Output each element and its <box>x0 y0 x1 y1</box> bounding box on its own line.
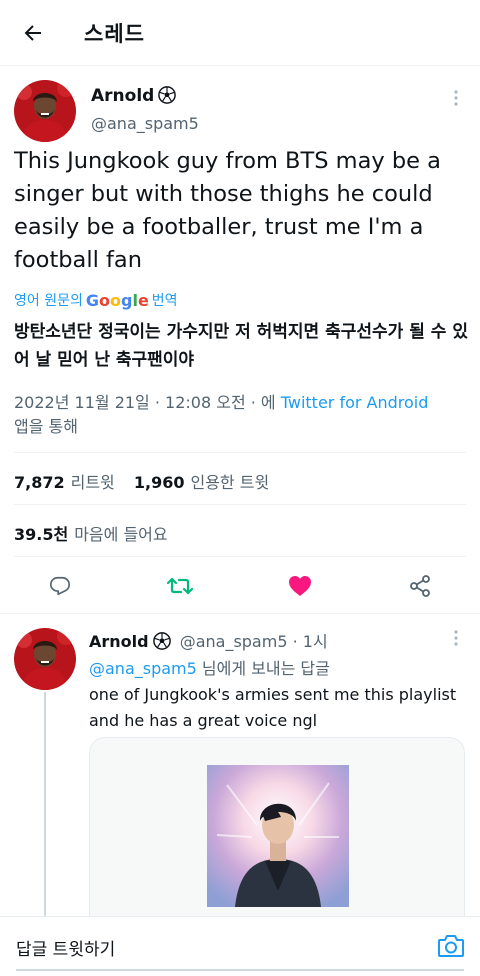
thread-line <box>44 692 46 918</box>
retweet-icon <box>167 577 193 595</box>
avatar[interactable] <box>14 80 76 142</box>
reply-handle[interactable]: @ana_spam5 <box>180 632 288 651</box>
likes-stat[interactable]: 39.5천 마음에 들어요 <box>14 521 168 545</box>
reply-author-row: Arnold @ana_spam5 · 1시 <box>89 628 328 652</box>
media-card[interactable] <box>89 737 465 937</box>
soccer-ball-icon <box>152 632 171 650</box>
quotes-stat[interactable]: 1,960 인용한 트윗 <box>134 473 269 492</box>
replying-to: @ana_spam5 님에게 보내는 답글 <box>89 655 330 679</box>
reply-more-button[interactable] <box>446 628 466 648</box>
tweet-text: This Jungkook guy from BTS may be a sing… <box>14 148 441 273</box>
translate-prefix: 영어 원문의 <box>14 293 83 309</box>
back-button[interactable] <box>18 18 48 48</box>
reply-time: · 1시 <box>292 632 328 651</box>
album-art <box>207 765 349 907</box>
reply-display-name[interactable]: Arnold <box>89 632 149 651</box>
divider <box>14 452 466 453</box>
translate-link[interactable]: 영어 원문의 Google 번역 <box>14 290 178 310</box>
home-indicator <box>16 969 464 971</box>
reply-avatar[interactable] <box>14 628 76 690</box>
top-bar: 스레드 <box>0 0 480 66</box>
engagement-stats: 7,872 리트윗 1,960 인용한 트윗 <box>14 469 269 493</box>
author-row: Arnold <box>91 86 177 106</box>
back-arrow-icon <box>24 25 41 41</box>
retweets-count: 7,872 <box>14 473 65 492</box>
likes-label: 마음에 들어요 <box>74 525 168 544</box>
likes-count: 39.5천 <box>14 525 69 544</box>
tweet-meta: 2022년 11월 21일 · 12:08 오전 · 에 Twitter for… <box>14 391 470 439</box>
source-suffix: 앱을 통해 <box>14 417 78 436</box>
camera-button[interactable] <box>437 933 465 959</box>
share-button[interactable] <box>402 568 438 604</box>
more-icon <box>454 630 458 646</box>
soccer-ball-icon <box>158 86 177 104</box>
reply-button[interactable] <box>42 568 78 604</box>
quotes-label: 인용한 트윗 <box>190 473 270 492</box>
source-link[interactable]: Twitter for Android <box>281 393 429 412</box>
display-name[interactable]: Arnold <box>91 86 154 106</box>
action-bar <box>0 568 480 604</box>
more-button[interactable] <box>446 88 466 108</box>
more-icon <box>454 90 458 106</box>
page-title: 스레드 <box>84 22 145 46</box>
divider <box>14 504 466 505</box>
handle[interactable]: @ana_spam5 <box>91 114 199 133</box>
reply-to-suffix: 님에게 보내는 답글 <box>201 659 330 678</box>
reply-to-handle[interactable]: @ana_spam5 <box>89 659 197 678</box>
divider <box>14 556 466 557</box>
retweets-label: 리트윗 <box>70 473 115 492</box>
retweet-button[interactable] <box>162 568 198 604</box>
quotes-count: 1,960 <box>133 473 185 492</box>
divider <box>0 613 480 614</box>
translate-suffix: 번역 <box>151 293 178 309</box>
like-button[interactable] <box>282 568 318 604</box>
google-logo: Google <box>85 290 149 310</box>
share-icon <box>410 575 430 597</box>
reply-text: one of Jungkook's armies sent me this pl… <box>89 685 457 730</box>
timestamp[interactable]: 2022년 11월 21일 · 12:08 오전 · 에 <box>14 393 276 412</box>
reply-icon <box>50 576 70 596</box>
translated-text: 방탄소년단 정국이는 가수지만 저 허벅지면 축구선수가 될 수 있어 날 믿어… <box>14 322 468 370</box>
reply-composer[interactable]: 답글 트윗하기 <box>0 916 480 976</box>
reply-input[interactable]: 답글 트윗하기 <box>16 935 115 960</box>
camera-icon <box>438 935 464 957</box>
like-icon <box>289 576 311 596</box>
retweets-stat[interactable]: 7,872 리트윗 <box>14 473 115 492</box>
